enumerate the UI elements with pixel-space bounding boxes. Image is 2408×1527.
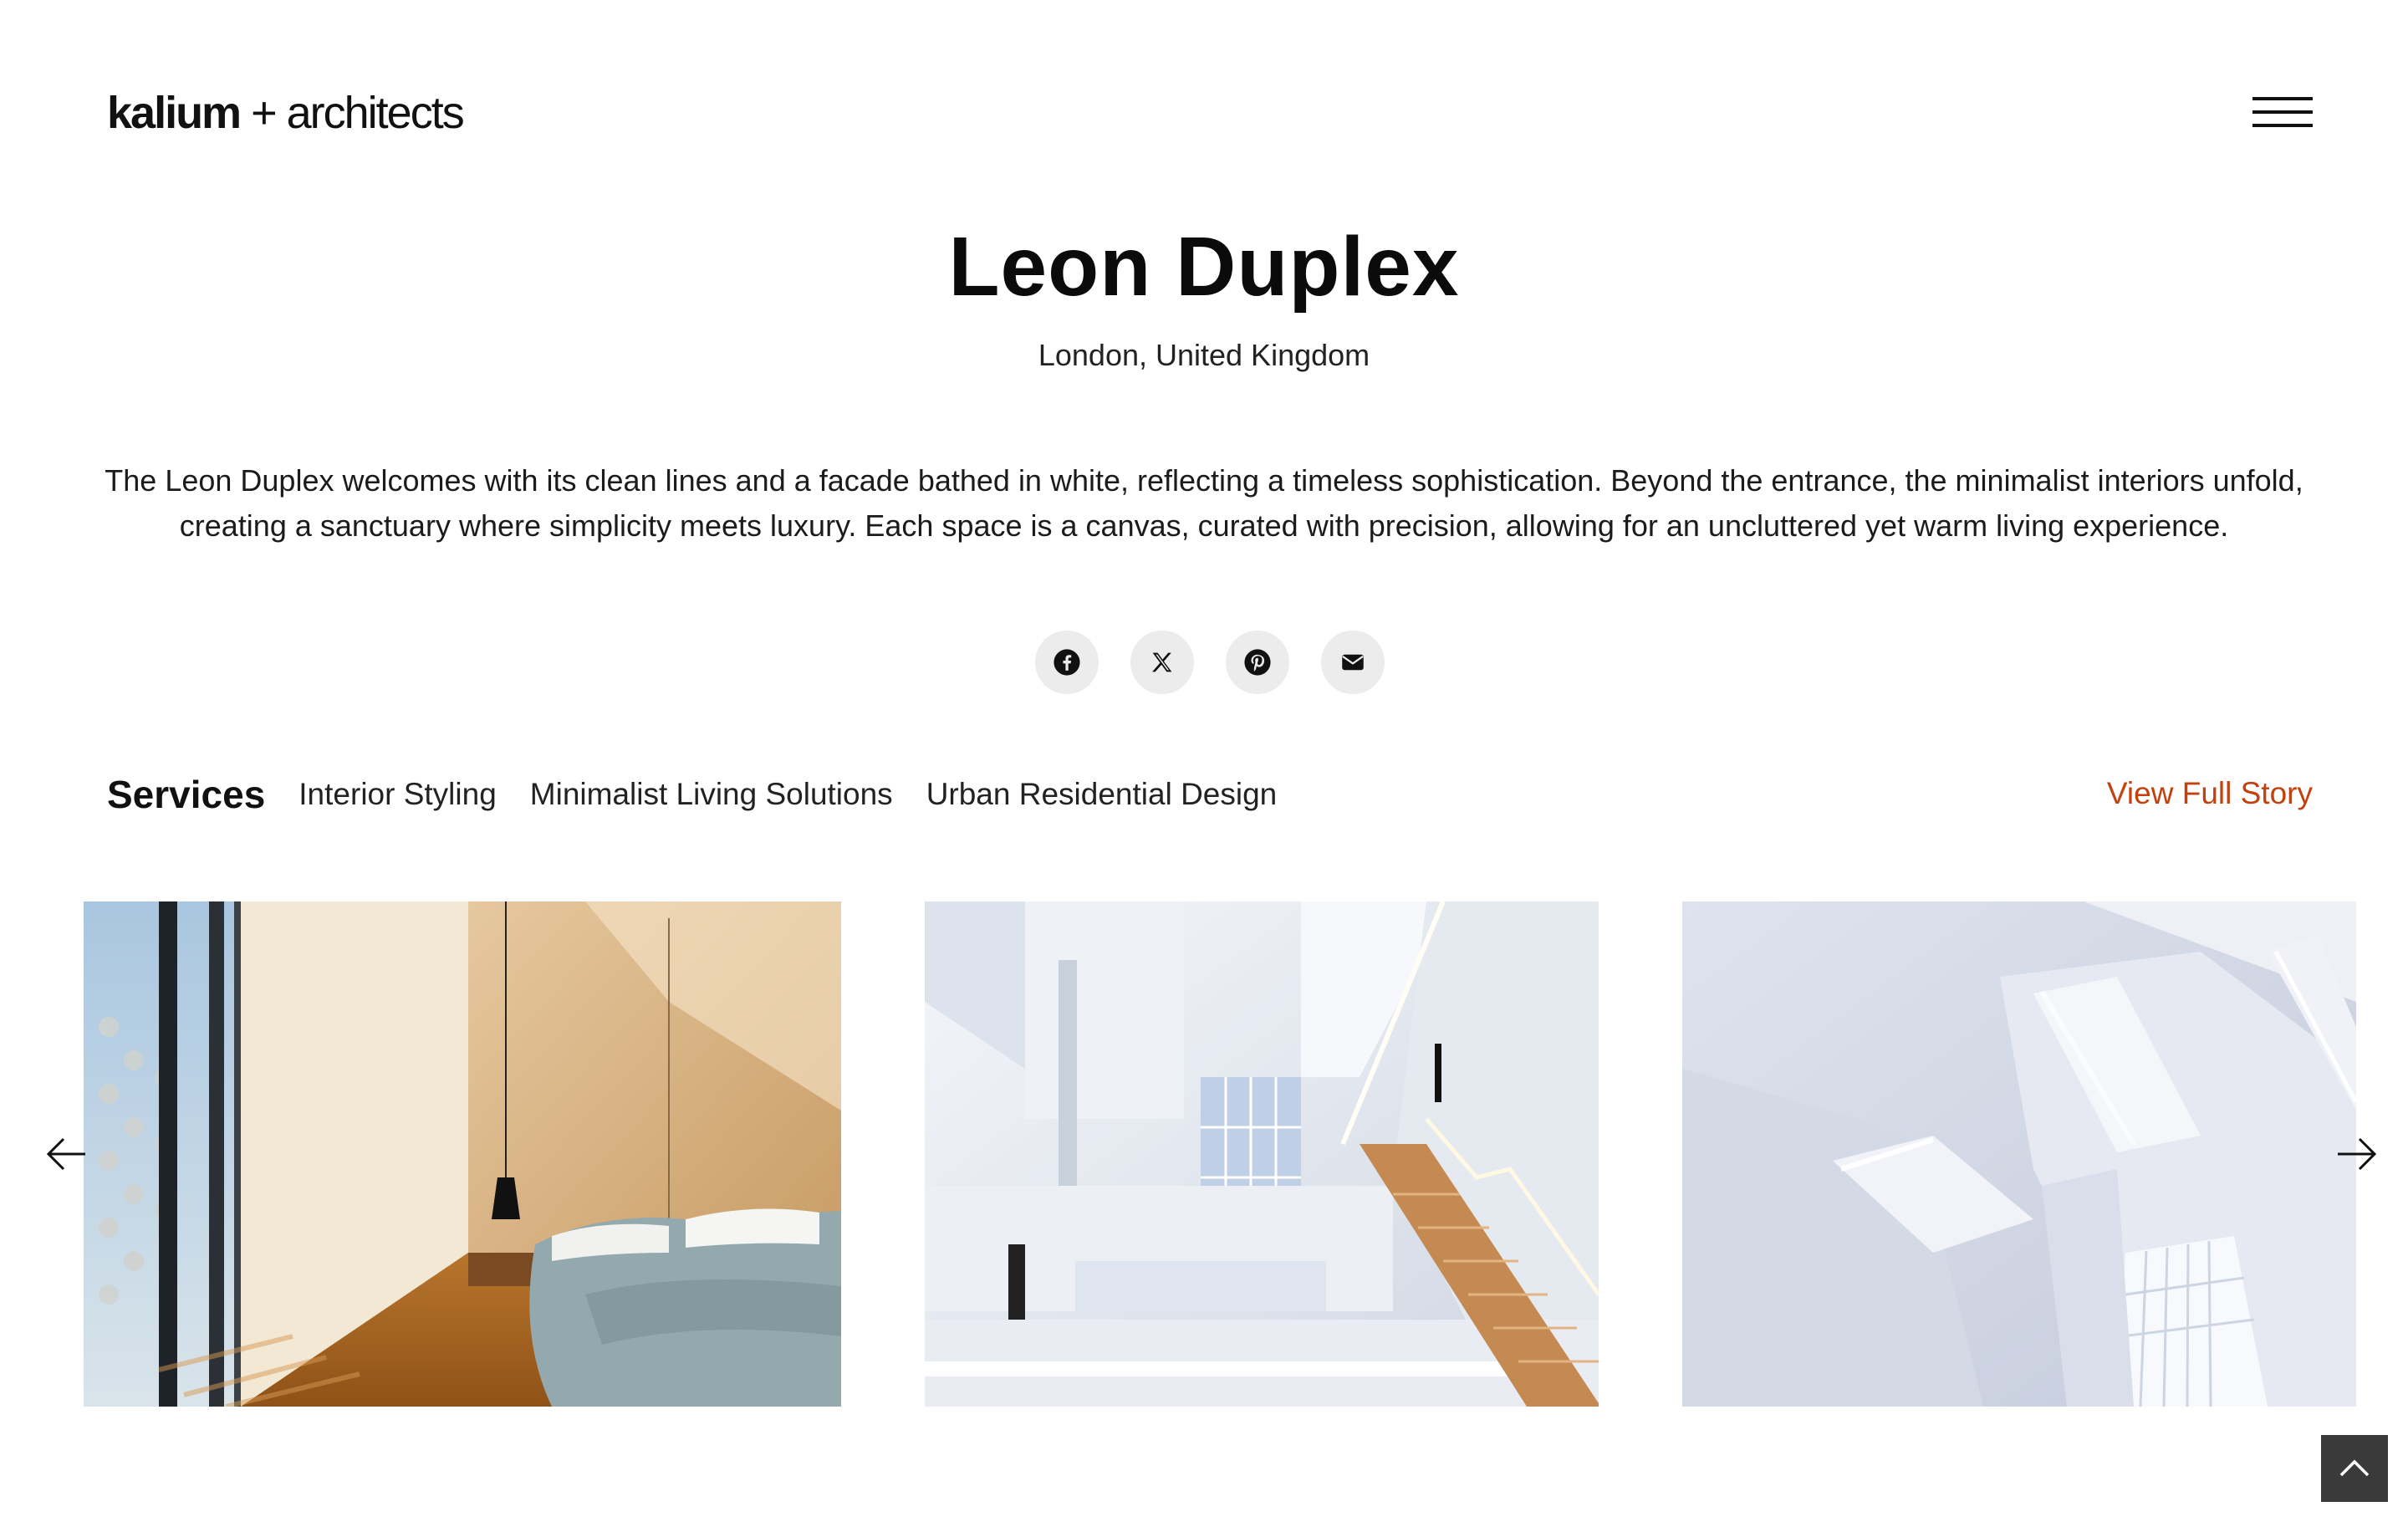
project-location: London, United Kingdom [1038, 338, 1370, 372]
logo-suffix: + architects [240, 88, 465, 138]
service-item: Interior Styling [298, 777, 497, 811]
page-title: Leon Duplex [948, 220, 1460, 314]
gallery-image-bedroom[interactable] [84, 901, 841, 1407]
back-to-top-button[interactable] [2321, 1435, 2388, 1502]
service-item: Urban Residential Design [926, 777, 1278, 811]
arrow-right-icon[interactable] [2331, 1129, 2381, 1179]
site-logo[interactable]: kalium + architects [107, 87, 465, 139]
services-row: Services Interior Styling Minimalist Liv… [107, 769, 1310, 820]
x-icon[interactable] [1130, 631, 1194, 694]
arrow-left-icon[interactable] [42, 1129, 92, 1179]
project-description: The Leon Duplex welcomes with its clean … [105, 463, 2303, 543]
pinterest-icon[interactable] [1226, 631, 1289, 694]
social-share [1035, 631, 1385, 694]
chevron-up-icon [2339, 1459, 2370, 1477]
image-gallery [0, 901, 2408, 1407]
hamburger-icon[interactable] [2252, 95, 2313, 129]
view-full-story-link[interactable]: View Full Story [2107, 776, 2313, 811]
gallery-image-skylight[interactable] [1682, 901, 2356, 1407]
facebook-icon[interactable] [1035, 631, 1099, 694]
email-icon[interactable] [1321, 631, 1385, 694]
page: kalium + architects Leon Duplex London, … [0, 0, 2408, 1527]
service-item: Minimalist Living Solutions [529, 777, 893, 811]
gallery-image-atrium[interactable] [925, 901, 1599, 1407]
services-label: Services [107, 773, 266, 816]
logo-brand: kalium [107, 88, 242, 138]
